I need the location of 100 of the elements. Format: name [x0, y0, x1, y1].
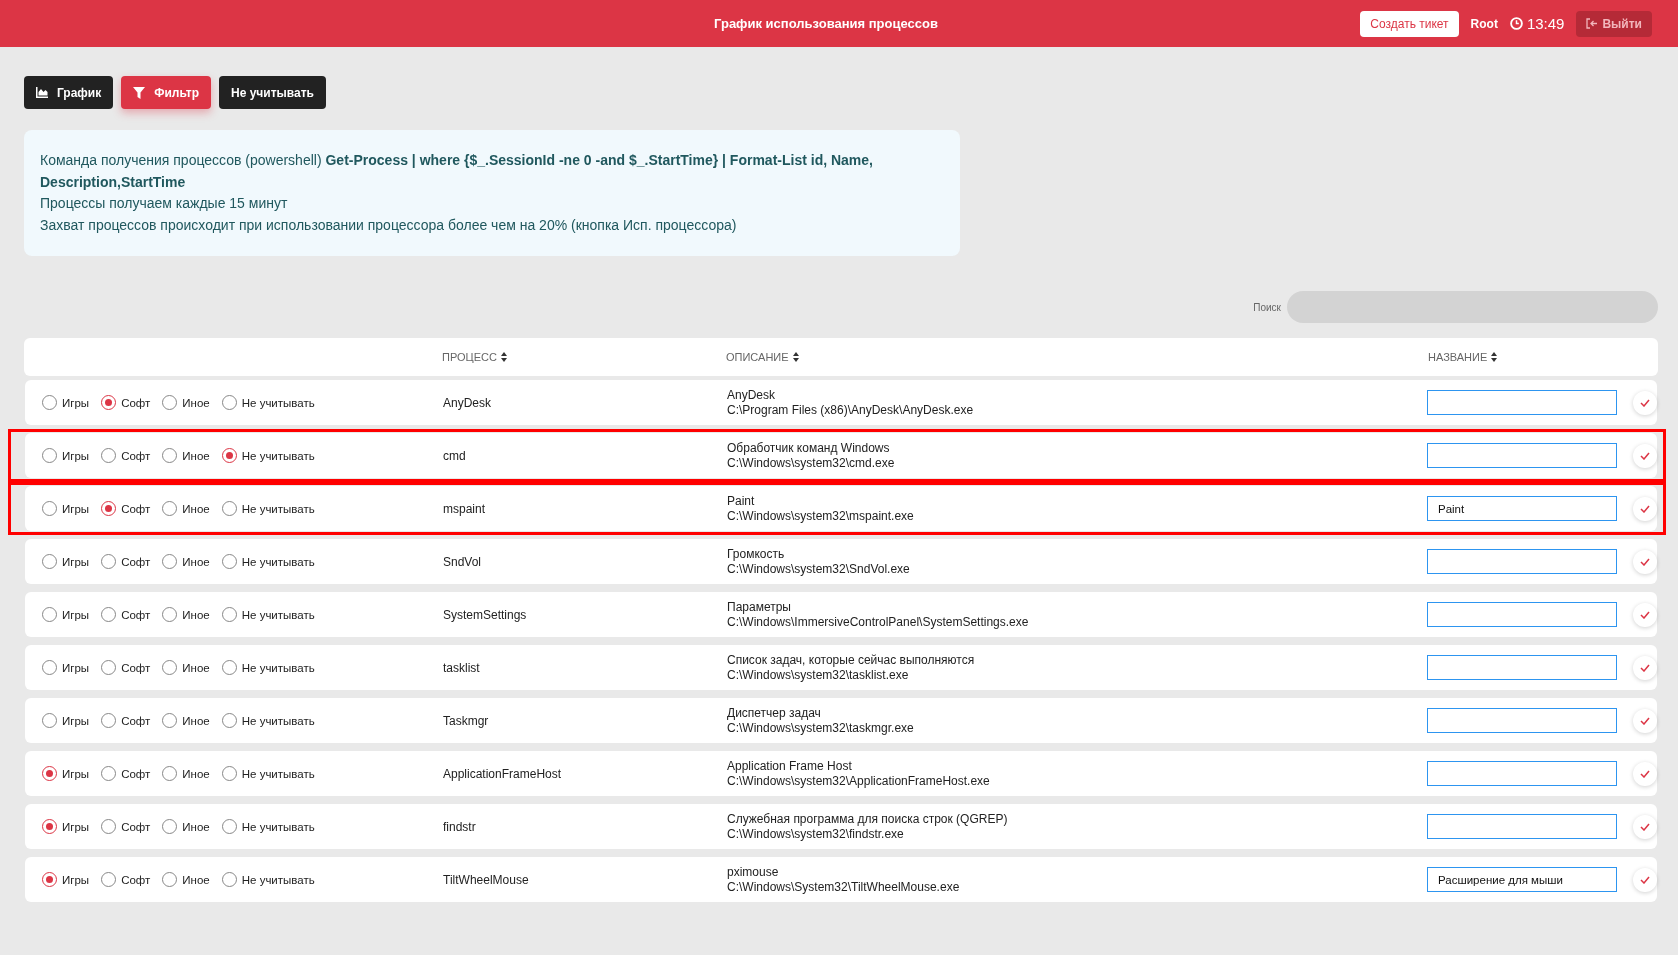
radio-button[interactable] — [221, 554, 237, 569]
confirm-button[interactable] — [1633, 602, 1657, 627]
checkmark-icon — [1640, 398, 1651, 407]
radio-button[interactable] — [162, 501, 178, 516]
radio-label: Иное — [182, 502, 210, 515]
process-cell-text: AnyDesk — [443, 395, 493, 410]
sort-icon[interactable] — [1491, 352, 1498, 362]
radio-button[interactable] — [162, 766, 178, 781]
toolbar-button[interactable]: График — [24, 76, 114, 109]
sort-icon[interactable] — [792, 352, 799, 362]
radio-label: Не учитывать — [241, 714, 315, 727]
radio-label: Иное — [182, 396, 210, 409]
sort-icon[interactable] — [500, 352, 507, 362]
radio-button[interactable] — [42, 660, 57, 675]
radio-button[interactable] — [221, 713, 237, 728]
process-cell-text: SndVol — [443, 554, 483, 569]
radio-button[interactable] — [101, 766, 117, 781]
radio-button[interactable] — [42, 448, 57, 463]
radio-button[interactable] — [162, 819, 178, 834]
confirm-button[interactable] — [1633, 390, 1657, 415]
toolbar-button[interactable]: Не учитывать — [219, 76, 326, 109]
radio-label: Софт — [121, 820, 151, 833]
name-input[interactable] — [1427, 549, 1618, 574]
radio-button[interactable] — [162, 607, 178, 622]
radio-button[interactable] — [101, 448, 117, 463]
radio-button[interactable] — [101, 819, 117, 834]
confirm-button[interactable] — [1633, 655, 1657, 680]
radio-label: Иное — [182, 661, 210, 674]
radio-button[interactable] — [221, 607, 237, 622]
radio-button[interactable] — [162, 554, 178, 569]
radio-button[interactable] — [162, 872, 178, 887]
radio-label: Софт — [121, 449, 151, 462]
radio-button[interactable] — [221, 660, 237, 675]
name-input[interactable] — [1427, 390, 1618, 415]
radio-button[interactable] — [162, 713, 178, 728]
description-cell-text: Paint C:\Windows\system32\mspaint.exe — [727, 493, 915, 524]
radio-button[interactable] — [221, 501, 237, 516]
column-header[interactable]: ОПИСАНИЕ — [726, 351, 789, 363]
info-text: Процессы получаем каждые 15 минут — [40, 194, 289, 213]
radio-label: Игры — [62, 873, 90, 886]
radio-button[interactable] — [101, 660, 117, 675]
confirm-button[interactable] — [1633, 708, 1657, 733]
confirm-button[interactable] — [1633, 761, 1657, 786]
radio-button[interactable] — [101, 607, 117, 622]
radio-button[interactable] — [221, 448, 237, 463]
radio-button[interactable] — [162, 660, 178, 675]
radio-button[interactable] — [221, 819, 237, 834]
create-ticket-button[interactable]: Создать тикет — [1360, 10, 1459, 37]
name-input[interactable] — [1427, 814, 1618, 839]
column-header[interactable]: ПРОЦЕСС — [442, 351, 497, 363]
process-cell-text: SystemSettings — [443, 607, 528, 622]
radio-button[interactable] — [42, 766, 57, 781]
column-header[interactable]: НАЗВАНИЕ — [1428, 351, 1488, 363]
confirm-button[interactable] — [1633, 814, 1657, 839]
radio-label: Игры — [62, 502, 90, 515]
logout-icon — [1586, 18, 1598, 29]
name-input[interactable] — [1427, 655, 1618, 680]
process-cell-text: tasklist — [443, 660, 481, 675]
page-title: График использования процессов — [714, 16, 938, 31]
user-name: Root — [1470, 16, 1498, 31]
radio-button[interactable] — [42, 819, 57, 834]
logout-button[interactable]: Выйти — [1576, 10, 1652, 37]
radio-button[interactable] — [101, 554, 117, 569]
radio-label: Иное — [182, 449, 210, 462]
radio-button[interactable] — [42, 554, 57, 569]
radio-button[interactable] — [42, 501, 57, 516]
toolbar-button[interactable]: Фильтр — [121, 76, 211, 109]
radio-button[interactable] — [221, 766, 237, 781]
info-text: Команда получения процессов (powershell) Get-Process | where {$_.SessionId -ne 0 -and $_.StartTime} | Format-List id, Name, Description,StartTime — [40, 151, 874, 192]
confirm-button[interactable] — [1633, 867, 1657, 892]
name-input[interactable]: Paint — [1427, 496, 1618, 521]
name-input[interactable]: Расширение для мыши — [1427, 867, 1618, 892]
radio-label: Иное — [182, 767, 210, 780]
radio-button[interactable] — [101, 501, 117, 516]
radio-button[interactable] — [162, 395, 178, 410]
checkmark-icon — [1640, 769, 1651, 778]
name-input[interactable] — [1427, 443, 1618, 468]
radio-label: Игры — [62, 449, 90, 462]
radio-label: Иное — [182, 608, 210, 621]
name-input[interactable] — [1427, 761, 1618, 786]
radio-button[interactable] — [42, 872, 57, 887]
radio-button[interactable] — [221, 872, 237, 887]
radio-button[interactable] — [101, 713, 117, 728]
radio-label: Софт — [121, 396, 151, 409]
radio-button[interactable] — [101, 395, 117, 410]
radio-button[interactable] — [42, 607, 57, 622]
confirm-button[interactable] — [1633, 496, 1657, 521]
process-cell-text: cmd — [443, 448, 467, 463]
name-input[interactable] — [1427, 602, 1618, 627]
confirm-button[interactable] — [1633, 549, 1657, 574]
radio-label: Не учитывать — [241, 767, 315, 780]
name-input[interactable] — [1427, 708, 1618, 733]
process-cell-text: Taskmgr — [443, 713, 490, 728]
radio-button[interactable] — [42, 395, 57, 410]
confirm-button[interactable] — [1633, 443, 1657, 468]
radio-button[interactable] — [101, 872, 117, 887]
radio-button[interactable] — [221, 395, 237, 410]
radio-button[interactable] — [42, 713, 57, 728]
radio-button[interactable] — [162, 448, 178, 463]
checkmark-icon — [1640, 451, 1651, 460]
